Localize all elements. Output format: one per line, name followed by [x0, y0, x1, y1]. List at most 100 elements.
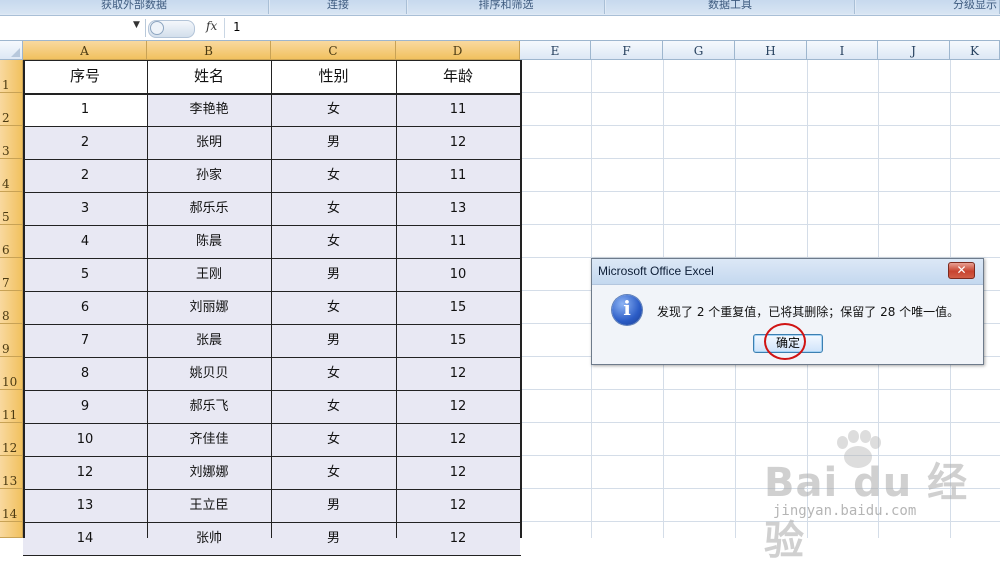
row-header-9[interactable]: 9 — [0, 324, 23, 357]
cell-name[interactable]: 姚贝贝 — [147, 357, 271, 390]
cell-seq[interactable]: 12 — [23, 456, 147, 489]
header-cell-seq[interactable]: 序号 — [23, 60, 147, 93]
cell-age[interactable]: 12 — [396, 423, 520, 456]
row-header-10[interactable]: 10 — [0, 357, 23, 390]
column-header-j[interactable]: J — [878, 41, 950, 60]
ribbon-group-get-external-data[interactable]: 获取外部数据 — [0, 0, 269, 14]
cell-gender[interactable]: 女 — [271, 225, 396, 258]
row-header-7[interactable]: 7 — [0, 258, 23, 291]
cell-seq[interactable]: 4 — [23, 225, 147, 258]
column-header-d[interactable]: D — [396, 41, 520, 60]
column-header-f[interactable]: F — [591, 41, 663, 60]
cell-age[interactable]: 11 — [396, 93, 520, 126]
cell-name[interactable]: 孙家 — [147, 159, 271, 192]
row-header-6[interactable]: 6 — [0, 225, 23, 258]
cell-gender[interactable]: 女 — [271, 423, 396, 456]
cell-age[interactable]: 12 — [396, 522, 520, 555]
insert-function-icon[interactable]: fx — [206, 19, 217, 33]
column-header-b[interactable]: B — [147, 41, 271, 60]
cell-name[interactable]: 陈晨 — [147, 225, 271, 258]
cell-name[interactable]: 齐佳佳 — [147, 423, 271, 456]
dialog-message: 发现了 2 个重复值，已将其删除；保留了 28 个唯一值。 — [657, 305, 960, 319]
column-header-e[interactable]: E — [520, 41, 591, 60]
cell-age[interactable]: 15 — [396, 324, 520, 357]
cell-gender[interactable]: 女 — [271, 456, 396, 489]
row-header-5[interactable]: 5 — [0, 192, 23, 225]
cell-seq[interactable]: 2 — [23, 159, 147, 192]
row-header-3[interactable]: 3 — [0, 126, 23, 159]
cell-name[interactable]: 刘娜娜 — [147, 456, 271, 489]
cell-gender[interactable]: 男 — [271, 522, 396, 555]
row-header-13[interactable]: 13 — [0, 456, 23, 489]
row-header-14[interactable]: 14 — [0, 489, 23, 522]
dialog-titlebar[interactable]: Microsoft Office Excel ✕ — [592, 259, 983, 285]
cell-name[interactable]: 王刚 — [147, 258, 271, 291]
cell-seq[interactable]: 8 — [23, 357, 147, 390]
chevron-down-icon[interactable]: ▼ — [133, 20, 140, 30]
cell-name[interactable]: 刘丽娜 — [147, 291, 271, 324]
cell-name[interactable]: 郝乐乐 — [147, 192, 271, 225]
cell-seq[interactable]: 14 — [23, 522, 147, 555]
row-header-2[interactable]: 2 — [0, 93, 23, 126]
cell-gender[interactable]: 女 — [271, 357, 396, 390]
cell-seq[interactable]: 13 — [23, 489, 147, 522]
select-all-corner[interactable] — [0, 41, 23, 60]
cell-gender[interactable]: 男 — [271, 324, 396, 357]
cell-age[interactable]: 11 — [396, 159, 520, 192]
cell-seq[interactable]: 7 — [23, 324, 147, 357]
cell-name[interactable]: 王立臣 — [147, 489, 271, 522]
cell-gender[interactable]: 女 — [271, 291, 396, 324]
header-cell-age[interactable]: 年龄 — [396, 60, 520, 93]
cell-name[interactable]: 李艳艳 — [147, 93, 271, 126]
cell-age[interactable]: 12 — [396, 456, 520, 489]
cell-gender[interactable]: 男 — [271, 489, 396, 522]
cell-age[interactable]: 10 — [396, 258, 520, 291]
column-header-i[interactable]: I — [807, 41, 878, 60]
ribbon-group-connections[interactable]: 连接 — [270, 0, 407, 14]
row-header-4[interactable]: 4 — [0, 159, 23, 192]
cell-name[interactable]: 张帅 — [147, 522, 271, 555]
row-header-12[interactable]: 12 — [0, 423, 23, 456]
cell-gender[interactable]: 男 — [271, 126, 396, 159]
cell-age[interactable]: 12 — [396, 489, 520, 522]
ribbon-group-data-tools[interactable]: 数据工具 — [606, 0, 855, 14]
column-header-k[interactable]: K — [950, 41, 1000, 60]
row-header-15[interactable] — [0, 522, 23, 538]
cell-name[interactable]: 郝乐飞 — [147, 390, 271, 423]
cell-gender[interactable]: 女 — [271, 93, 396, 126]
cell-seq[interactable]: 2 — [23, 126, 147, 159]
cell-gender[interactable]: 女 — [271, 159, 396, 192]
cell-name[interactable]: 张明 — [147, 126, 271, 159]
cell-age[interactable]: 12 — [396, 357, 520, 390]
ribbon-group-outline[interactable]: 分级显示 — [856, 0, 1000, 14]
column-header-g[interactable]: G — [663, 41, 735, 60]
header-cell-name[interactable]: 姓名 — [147, 60, 271, 93]
cell-seq[interactable]: 3 — [23, 192, 147, 225]
cell-age[interactable]: 11 — [396, 225, 520, 258]
cell-name[interactable]: 张晨 — [147, 324, 271, 357]
cell-age[interactable]: 12 — [396, 390, 520, 423]
cell-seq[interactable]: 1 — [23, 93, 147, 126]
row-header-11[interactable]: 11 — [0, 390, 23, 423]
close-button[interactable]: ✕ — [948, 262, 975, 279]
cell-gender[interactable]: 女 — [271, 192, 396, 225]
header-cell-gender[interactable]: 性别 — [271, 60, 396, 93]
cell-seq[interactable]: 6 — [23, 291, 147, 324]
cell-gender[interactable]: 女 — [271, 390, 396, 423]
cell-seq[interactable]: 9 — [23, 390, 147, 423]
cell-age[interactable]: 15 — [396, 291, 520, 324]
name-box[interactable] — [0, 19, 146, 37]
ribbon-group-sort-filter[interactable]: 排序和筛选 — [408, 0, 605, 14]
row-number: 1 — [2, 78, 10, 92]
cell-seq[interactable]: 5 — [23, 258, 147, 291]
column-header-h[interactable]: H — [735, 41, 807, 60]
column-header-c[interactable]: C — [271, 41, 396, 60]
row-header-1[interactable]: 1 — [0, 60, 23, 93]
column-header-a[interactable]: A — [23, 41, 147, 60]
cell-gender[interactable]: 男 — [271, 258, 396, 291]
cell-age[interactable]: 12 — [396, 126, 520, 159]
cell-seq[interactable]: 10 — [23, 423, 147, 456]
cell-age[interactable]: 13 — [396, 192, 520, 225]
formula-input[interactable]: 1 — [233, 20, 240, 34]
row-header-8[interactable]: 8 — [0, 291, 23, 324]
